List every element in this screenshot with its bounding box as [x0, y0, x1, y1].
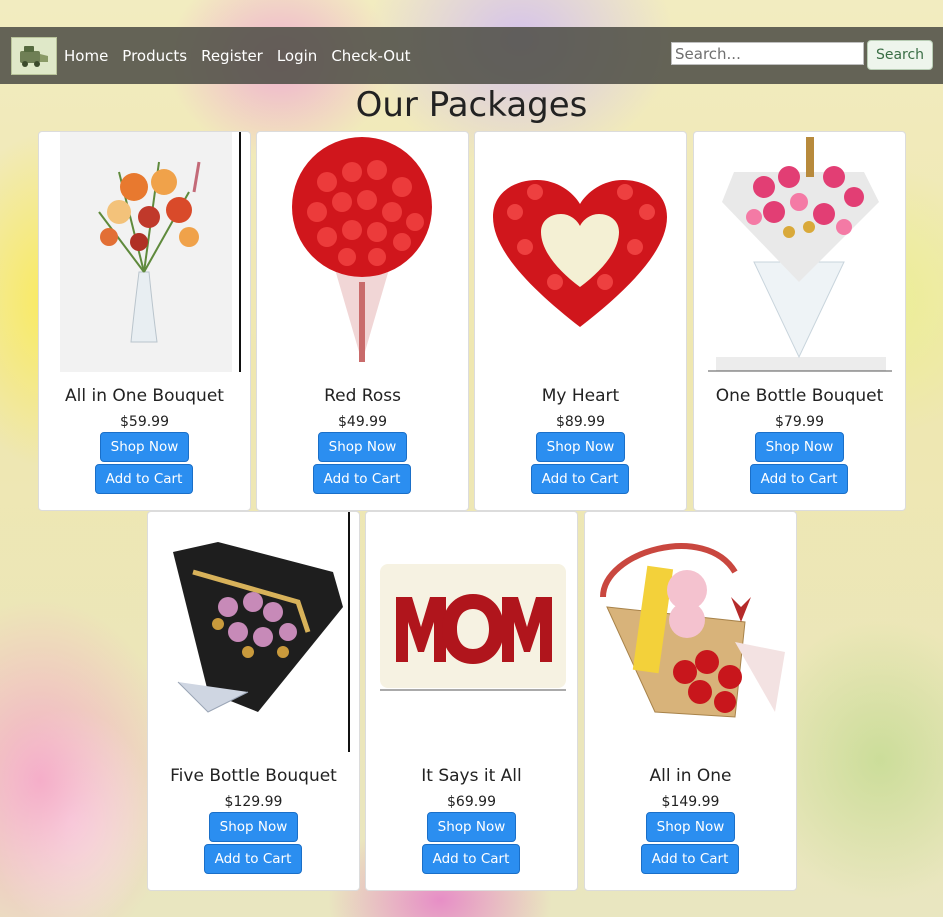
site-logo[interactable] — [11, 36, 57, 75]
product-price: $129.99 — [224, 794, 283, 810]
add-to-cart-button[interactable]: Add to Cart — [750, 464, 848, 494]
product-image-red-rose-bouquet — [292, 137, 432, 362]
nav-login[interactable]: Login — [277, 47, 317, 65]
product-card: Red Ross $49.99 Shop Now Add to Cart — [256, 131, 469, 511]
shop-now-button[interactable]: Shop Now — [536, 432, 625, 462]
nav-products[interactable]: Products — [122, 47, 187, 65]
add-to-cart-button[interactable]: Add to Cart — [641, 844, 739, 874]
add-to-cart-button[interactable]: Add to Cart — [531, 464, 629, 494]
product-image-mixed-flower-vase — [60, 132, 241, 372]
nav-links: Home Products Register Login Check-Out — [64, 47, 424, 65]
shop-now-button[interactable]: Shop Now — [209, 812, 298, 842]
product-name: One Bottle Bouquet — [715, 386, 884, 406]
add-to-cart-button[interactable]: Add to Cart — [422, 844, 520, 874]
shop-now-button[interactable]: Shop Now — [646, 812, 735, 842]
product-image-bottle-bouquet-pink — [708, 137, 892, 372]
product-image-mom-flower-letters — [380, 564, 566, 691]
product-price: $59.99 — [120, 414, 169, 430]
product-card: All in One Bouquet $59.99 Shop Now Add t… — [38, 131, 251, 511]
product-card: My Heart $89.99 Shop Now Add to Cart — [474, 131, 687, 511]
product-card: One Bottle Bouquet $79.99 Shop Now Add t… — [693, 131, 906, 511]
product-card: Five Bottle Bouquet $129.99 Shop Now Add… — [147, 511, 360, 891]
shop-now-button[interactable]: Shop Now — [318, 432, 407, 462]
add-to-cart-button[interactable]: Add to Cart — [313, 464, 411, 494]
shop-now-button[interactable]: Shop Now — [100, 432, 189, 462]
shop-now-button[interactable]: Shop Now — [427, 812, 516, 842]
shop-now-button[interactable]: Shop Now — [755, 432, 844, 462]
search-input[interactable] — [671, 42, 864, 65]
nav-home[interactable]: Home — [64, 47, 108, 65]
product-name: All in One Bouquet — [65, 386, 224, 406]
add-to-cart-button[interactable]: Add to Cart — [204, 844, 302, 874]
logo-icon — [20, 45, 48, 67]
product-image-heart-rose-arrangement — [493, 180, 667, 327]
product-card: It Says it All $69.99 Shop Now Add to Ca… — [365, 511, 578, 891]
product-card: All in One $149.99 Shop Now Add to Cart — [584, 511, 797, 891]
nav-register[interactable]: Register — [201, 47, 263, 65]
product-name: All in One — [649, 766, 732, 786]
product-name: It Says it All — [421, 766, 522, 786]
product-image-five-bottle-bouquet — [173, 512, 350, 752]
product-name: Five Bottle Bouquet — [170, 766, 337, 786]
product-price: $69.99 — [447, 794, 496, 810]
search-button[interactable]: Search — [867, 40, 933, 70]
product-price: $79.99 — [775, 414, 824, 430]
page-title: Our Packages — [355, 85, 588, 125]
product-name: My Heart — [541, 386, 620, 406]
product-price: $89.99 — [556, 414, 605, 430]
add-to-cart-button[interactable]: Add to Cart — [95, 464, 193, 494]
nav-checkout[interactable]: Check-Out — [331, 47, 410, 65]
product-image-gift-basket — [600, 543, 785, 718]
product-price: $149.99 — [661, 794, 720, 810]
product-price: $49.99 — [338, 414, 387, 430]
product-name: Red Ross — [324, 386, 401, 406]
